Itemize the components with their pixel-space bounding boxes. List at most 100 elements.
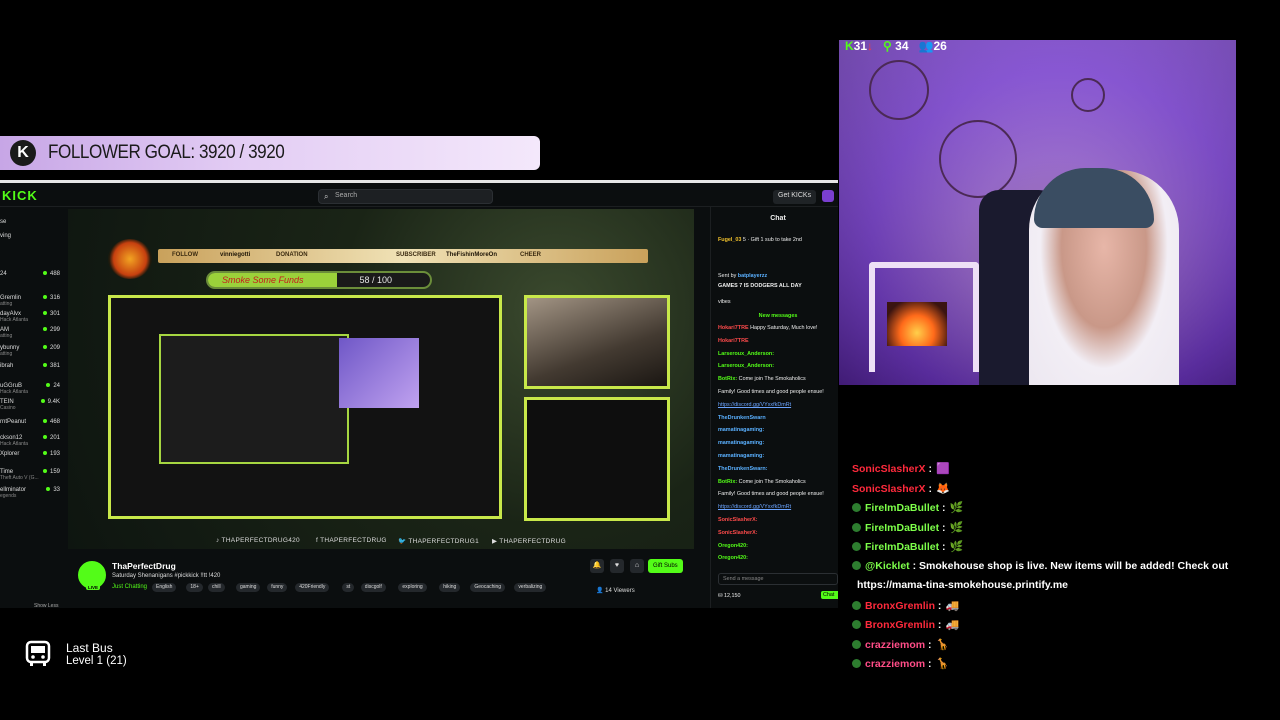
down-arrow-icon: ↓ [867, 39, 874, 53]
chat-message: Larseroux_Anderson: [718, 350, 775, 357]
stream-tag[interactable]: exploring [398, 583, 427, 592]
people-icon: 👥 [918, 39, 934, 53]
overlay-chat-message: crazziemom : 🦒 [852, 657, 949, 670]
banner-donation: DONATION [276, 252, 308, 258]
overlay-chat-message: SonicSlasherX : 🦊 [852, 482, 950, 495]
sidebar-channel[interactable]: ybunny atting [0, 345, 19, 357]
sidebar-channel[interactable]: ibrah [0, 363, 13, 369]
chat-message: TheDrunkenSwarn: [718, 465, 768, 472]
sidebar-viewers: 468 [42, 419, 60, 425]
stream-tag[interactable]: funny [267, 583, 288, 592]
stream-tag[interactable]: verbalizing [514, 583, 547, 592]
stream-tag[interactable]: chill [208, 583, 225, 592]
stream-player[interactable]: FOLLOW vinniegotti DONATION SUBSCRIBER T… [68, 209, 694, 549]
kick-logo-icon: K [10, 140, 36, 166]
social-tiktok: ♪ THAPERFECTDRUG420 [216, 537, 300, 544]
stream-tag[interactable]: st [342, 583, 355, 592]
sidebar-link[interactable]: se [0, 219, 6, 225]
person-icon: ⚲ [883, 39, 892, 53]
search-input[interactable]: ⌕ Search [318, 189, 493, 204]
emote-icon: 🦒 [935, 638, 950, 651]
overlay-chat-message: BronxGremlin : 🚚 [852, 618, 959, 631]
chat-title: Chat [770, 215, 786, 222]
user-avatar[interactable] [822, 190, 834, 202]
chat-send-button[interactable]: Chat [821, 591, 838, 599]
kick-logo[interactable]: KICK [2, 188, 38, 203]
kick-icon: K [845, 39, 854, 53]
banner-cheer: CHEER [520, 252, 542, 258]
lion-logo [108, 239, 152, 279]
badge-icon [852, 542, 861, 551]
search-placeholder: Search [335, 192, 358, 199]
sidebar-channel[interactable]: rntPeanut [0, 419, 26, 425]
chat-message: https://discord.gg/VYxxfkDmRt [718, 504, 792, 511]
stream-tag[interactable]: Geocaching [470, 583, 506, 592]
banner-subscriber: SUBSCRIBER [396, 252, 436, 258]
stream-info: LIVE ThaPerfectDrug Saturday Shenanigans… [68, 553, 694, 608]
sidebar-channel[interactable]: dayAlvx Hack Atlanta [0, 311, 28, 323]
chat-message: TheDrunkenSwarn [718, 414, 766, 421]
emote-icon: 🦊 [935, 482, 950, 495]
live-badge: LIVE [86, 585, 101, 590]
chat-message: https://discord.gg/VYxxfkDmRt [718, 401, 792, 408]
overlay-chat-message: https://mama-tina-smokehouse.printify.me [857, 579, 1069, 591]
sidebar-link[interactable]: ving [0, 233, 11, 239]
sidebar-channel[interactable]: AM atting [0, 327, 12, 339]
emote-icon: 🌿 [949, 521, 964, 534]
nested-inner-capture [159, 334, 349, 464]
get-kicks-button[interactable]: Get KICKs [773, 190, 817, 204]
stream-tag[interactable]: gaming [236, 583, 261, 592]
chat-message: mamatinagaming: [718, 427, 765, 434]
social-facebook: f THAPERFECTDRUG [316, 537, 387, 544]
category-link[interactable]: Just Chatting [112, 584, 147, 590]
overlay-chat-message: crazziemom : 🦒 [852, 638, 949, 651]
dreamcatcher [939, 120, 1017, 198]
bell-icon[interactable]: 🔔 [590, 559, 604, 573]
sidebar-viewers: 381 [42, 363, 60, 369]
show-less-link[interactable]: Show Less [34, 603, 58, 608]
chat-panel: Chat Fugel_03 5 · Gift 1 sub to take 2nd… [710, 207, 838, 608]
sidebar-channel[interactable]: Xplorer [0, 451, 19, 457]
points-balance: ⛁ 12,150 [718, 593, 741, 599]
tag-icon[interactable]: ⌂ [630, 559, 644, 573]
sidebar-viewers: 24 [46, 383, 60, 389]
badge-icon [852, 522, 861, 532]
sidebar-channel[interactable]: TEIN Casino [0, 399, 16, 411]
badge-icon [852, 503, 861, 512]
streamer-avatar[interactable]: LIVE [78, 561, 106, 590]
overlay-chat-message: SonicSlasherX : 🟪 [852, 463, 950, 475]
sidebar-viewers: 488 [42, 271, 60, 277]
sidebar-viewers: 301 [42, 311, 60, 317]
new-messages-divider: New messages [758, 313, 798, 319]
sidebar-channel[interactable]: uGGruB Hack Atlanta [0, 383, 28, 395]
stream-tag[interactable]: 18+ [186, 583, 203, 592]
gift-subs-button[interactable]: Gift Subs [648, 559, 683, 573]
emote-icon: 🦒 [935, 658, 950, 670]
chat-message: BotRix: Come join The Smokaholics [718, 376, 806, 383]
heart-icon[interactable]: ♥ [610, 559, 624, 573]
sidebar-channel[interactable]: Gremlin atting [0, 295, 21, 307]
sidebar-viewers: 9.4K [40, 399, 60, 405]
badge-icon [852, 659, 861, 668]
sub-stat: 👥26 [918, 39, 947, 53]
chat-message: SonicSlasherX: [718, 529, 758, 536]
sidebar-channel[interactable]: ckson12 Hack Atlanta [0, 435, 28, 447]
pinned-message: GAMES 7 IS DODGERS ALL DAY [718, 283, 802, 289]
overlay-chat-panel [524, 397, 670, 521]
stream-tag[interactable]: English [152, 583, 177, 592]
chat-input[interactable]: Send a message [718, 573, 838, 585]
stream-tag[interactable]: 420Friendly [295, 583, 330, 592]
dreamcatcher [1071, 78, 1105, 112]
overlay-chat-message: FireImDaBullet : 🌿 [852, 521, 963, 534]
chat-message: mamatinagaming: [718, 440, 765, 447]
sidebar-channel[interactable]: ellminator egends [0, 487, 26, 499]
emote-icon: 🚚 [945, 599, 960, 612]
social-twitter: 🐦 THAPERFECTDRUG1 [398, 538, 479, 545]
stream-tag[interactable]: hiking [439, 583, 461, 592]
streamer-name[interactable]: ThaPerfectDrug [112, 561, 176, 571]
sidebar-channel[interactable]: Time Theft Auto V (G... [0, 469, 39, 481]
sidebar-viewers: 193 [42, 451, 60, 457]
sidebar-item[interactable]: 24 [0, 271, 7, 277]
goal-label: Smoke Some Funds [222, 275, 304, 285]
stream-tag[interactable]: discgolf [360, 583, 386, 592]
